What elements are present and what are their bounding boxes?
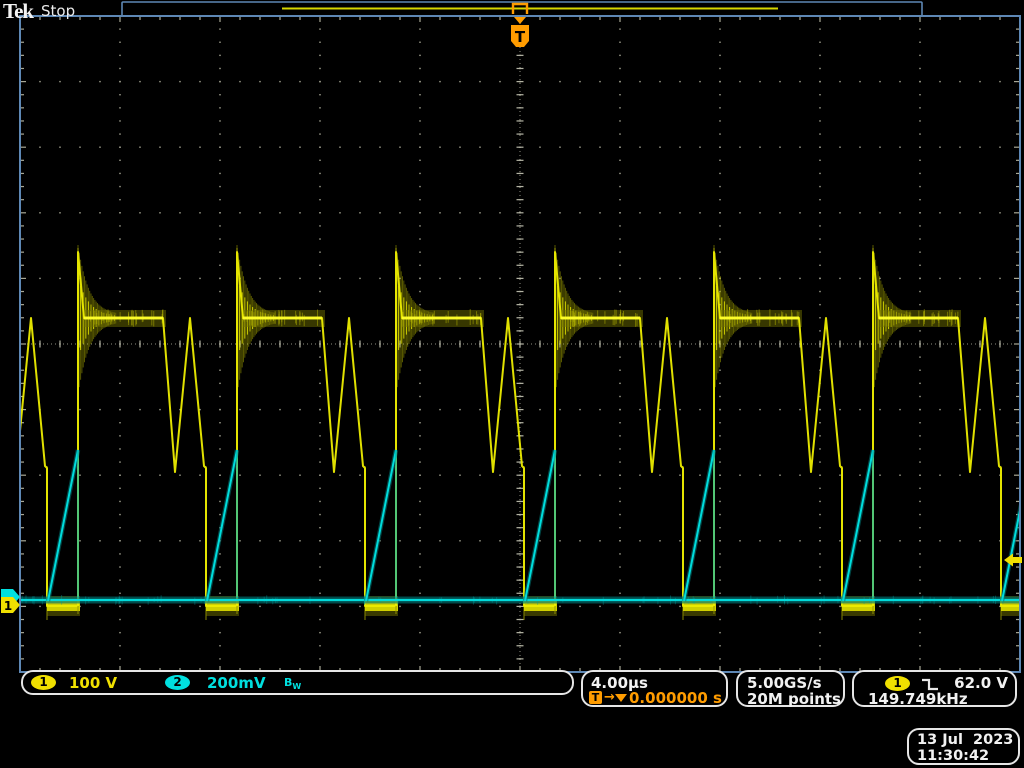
oscilloscope-screen: T1 Tek Stop 1 100 V 2 200mV BW 4.00µs T …: [0, 0, 1024, 768]
acquisition-readout-box[interactable]: 5.00GS/s 20M points: [736, 670, 845, 707]
waveform-traces: [0, 245, 1024, 620]
horizontal-readout-box[interactable]: 4.00µs T → 0.000000 s: [581, 670, 728, 707]
trigger-source-badge: 1: [885, 676, 910, 691]
acquisition-preview-bar: [122, 2, 922, 16]
datetime-box: 13 Jul 2023 11:30:42: [907, 728, 1020, 765]
arrow-right-icon: →: [604, 690, 615, 705]
ch2-bandwidth-limit-icon: BW: [284, 676, 301, 691]
trigger-frequency: 149.749kHz: [868, 690, 968, 708]
trigger-position-marker[interactable]: T: [511, 17, 529, 47]
trigger-time: 0.000000 s: [629, 689, 722, 707]
waveform-display: T1: [0, 0, 1024, 768]
acquisition-status: Stop: [41, 2, 75, 20]
trigger-time-icon: T: [589, 691, 602, 704]
ch1-badge[interactable]: 1: [31, 675, 56, 690]
graticule: [21, 17, 1019, 671]
ch1-scale: 100 V: [69, 674, 117, 692]
date-label: 13 Jul 2023: [917, 732, 1013, 748]
channel-readout-box[interactable]: 1 100 V 2 200mV BW: [21, 670, 574, 695]
record-length: 20M points: [747, 690, 841, 708]
trigger-readout-box[interactable]: 1 62.0 V 149.749kHz: [852, 670, 1017, 707]
svg-text:1: 1: [4, 599, 12, 613]
ch2-scale: 200mV: [207, 674, 266, 692]
triangle-down-icon: [615, 694, 627, 702]
time-label: 11:30:42: [917, 748, 989, 764]
ch2-badge[interactable]: 2: [165, 675, 190, 690]
tek-logo: Tek: [3, 0, 33, 24]
svg-text:T: T: [515, 28, 526, 46]
